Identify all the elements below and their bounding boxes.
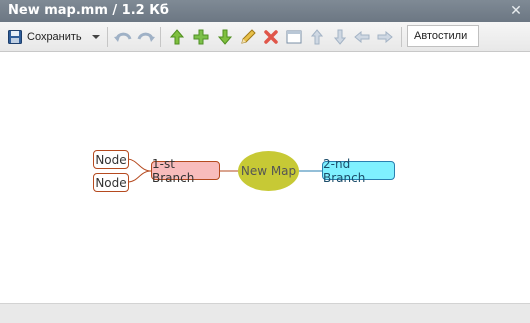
arrow-down-icon: [334, 29, 346, 45]
save-label: Сохранить: [27, 31, 82, 43]
status-bar: [0, 303, 530, 323]
mindmap-window: New map.mm / 1.2 Кб ✕ Сохранить Автостил…: [0, 0, 530, 323]
move-up-button[interactable]: [168, 28, 186, 46]
autostyles-button[interactable]: Автостили: [407, 25, 479, 47]
edit-pencil-icon: [241, 29, 256, 44]
close-icon[interactable]: ✕: [508, 3, 524, 19]
save-disk-icon: [8, 30, 22, 44]
toolbar-separator: [107, 27, 108, 47]
delete-button[interactable]: [262, 28, 280, 46]
nav-left-button[interactable]: [353, 28, 371, 46]
add-node-button[interactable]: [192, 28, 210, 46]
node-branch-1[interactable]: 1-st Branch: [151, 157, 220, 185]
toolbar-separator: [160, 27, 161, 47]
node-leaf-1[interactable]: Node: [93, 150, 129, 169]
mindmap-canvas[interactable]: Node Node 1-st Branch New Map 2-nd Branc…: [2, 53, 528, 303]
arrow-right-icon: [377, 31, 393, 43]
toolbar-separator: [401, 27, 402, 47]
arrow-left-icon: [354, 31, 370, 43]
save-button[interactable]: Сохранить: [8, 28, 94, 46]
frame-button[interactable]: [285, 28, 303, 46]
undo-button[interactable]: [114, 28, 132, 46]
connector-branch1-node2: [127, 170, 152, 183]
save-dropdown-button[interactable]: [91, 28, 101, 46]
edit-button[interactable]: [239, 28, 257, 46]
title-bar: New map.mm / 1.2 Кб ✕: [0, 0, 530, 22]
undo-icon: [114, 32, 132, 42]
node-branch-2[interactable]: 2-nd Branch: [322, 157, 395, 185]
window-title: New map.mm / 1.2 Кб: [8, 3, 169, 18]
move-down-button[interactable]: [216, 28, 234, 46]
add-icon: [193, 29, 209, 45]
move-down-icon: [217, 29, 233, 45]
connector-branch1-node1: [127, 158, 152, 172]
arrow-up-icon: [311, 29, 323, 45]
redo-button[interactable]: [137, 28, 155, 46]
dropdown-arrow-icon: [92, 35, 100, 39]
frame-icon: [286, 30, 302, 44]
delete-icon: [264, 30, 278, 44]
nav-down-button[interactable]: [331, 28, 349, 46]
redo-icon: [137, 32, 155, 42]
nav-up-button[interactable]: [308, 28, 326, 46]
toolbar: Сохранить Автостили: [0, 22, 530, 52]
node-center[interactable]: New Map: [238, 151, 299, 191]
nav-right-button[interactable]: [376, 28, 394, 46]
node-leaf-2[interactable]: Node: [93, 173, 129, 192]
move-up-icon: [169, 29, 185, 45]
